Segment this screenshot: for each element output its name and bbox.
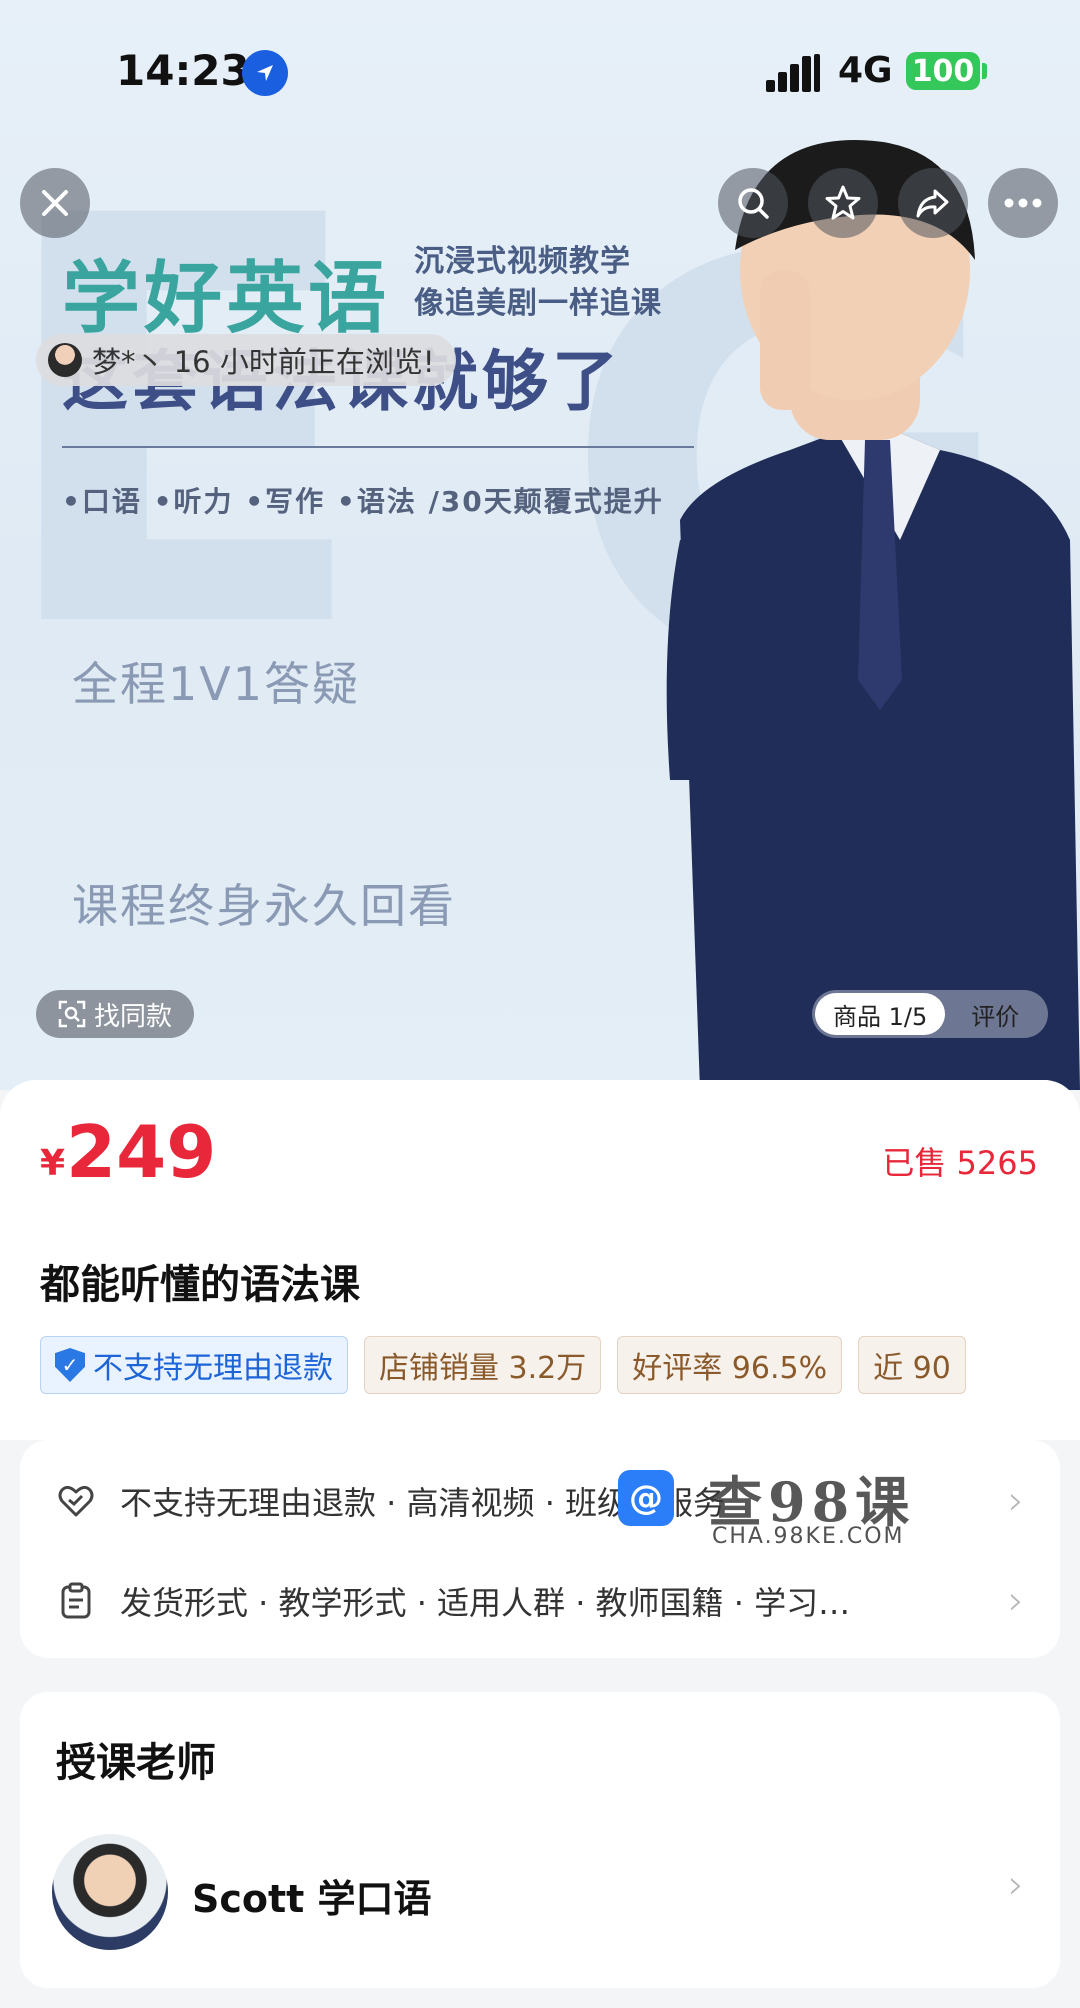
- teacher-avatar: [52, 1834, 168, 1950]
- rating-tag[interactable]: 好评率 96.5%: [617, 1336, 843, 1394]
- avatar: [48, 343, 82, 377]
- poster-divider: [62, 446, 694, 448]
- heart-shield-icon: [58, 1485, 94, 1517]
- signal-icon: [766, 54, 820, 92]
- chevron-right-icon: ›: [1008, 1478, 1024, 1524]
- scan-icon: [58, 1000, 86, 1028]
- chevron-right-icon: ›: [1008, 1862, 1024, 1908]
- location-arrow-icon: [242, 50, 288, 96]
- details-row[interactable]: 发货形式 · 教学形式 · 适用人群 · 教师国籍 · 学习… ›: [56, 1578, 1024, 1624]
- share-icon: [916, 189, 949, 218]
- share-button[interactable]: [898, 168, 968, 238]
- battery-tip: [982, 63, 987, 79]
- more-icon: [1004, 198, 1042, 208]
- watermark-url: CHA.98KE.COM: [712, 1524, 905, 1549]
- poster-feature: 全程1V1答疑: [72, 657, 361, 711]
- chevron-right-icon: ›: [1008, 1578, 1024, 1624]
- tab-product-images[interactable]: 商品 1/5: [815, 993, 946, 1035]
- refund-policy-tag[interactable]: ✓ 不支持无理由退款: [40, 1336, 348, 1394]
- tag-label: 不支持无理由退款: [93, 1351, 333, 1386]
- poster-bullets: •口语 •听力 •写作 •语法 /30天颠覆式提升: [62, 485, 664, 518]
- poster-subtitle: 沉浸式视频教学: [414, 244, 631, 279]
- teacher-row[interactable]: Scott 学口语 ›: [20, 1820, 1060, 1970]
- status-time: 14:23: [116, 46, 250, 95]
- more-button[interactable]: [988, 168, 1058, 238]
- star-icon: [825, 185, 861, 220]
- search-icon: [738, 188, 769, 219]
- close-button[interactable]: [20, 168, 90, 238]
- tag-label: 近 90: [873, 1351, 951, 1386]
- teacher-section-title: 授课老师: [56, 1740, 216, 1786]
- find-similar-label: 找同款: [94, 1001, 173, 1032]
- product-media-carousel[interactable]: E G 14:23 4G 100 学好英语 沉浸式视: [0, 0, 1080, 1090]
- teacher-photo: [666, 140, 1080, 1090]
- shield-icon: ✓: [55, 1348, 85, 1382]
- sold-count: 已售 5265: [882, 1144, 1038, 1182]
- watermark-logo-icon: @: [618, 1470, 674, 1526]
- viewer-notice: 梦*丶 16 小时前正在浏览!: [36, 334, 457, 386]
- poster-subtitle: 像追美剧一样追课: [414, 286, 662, 321]
- price: 249: [66, 1110, 217, 1194]
- details-row-text: 发货形式 · 教学形式 · 适用人群 · 教师国籍 · 学习…: [120, 1584, 851, 1622]
- network-type: 4G: [838, 50, 893, 91]
- recent-tag[interactable]: 近 90: [858, 1336, 966, 1394]
- search-button[interactable]: [718, 168, 788, 238]
- product-tags: ✓ 不支持无理由退款 店铺销量 3.2万 好评率 96.5% 近 90: [40, 1336, 1040, 1396]
- currency-symbol: ¥: [40, 1143, 66, 1184]
- poster-feature: 课程终身永久回看: [72, 879, 456, 933]
- favorite-button[interactable]: [808, 168, 878, 238]
- clipboard-icon: [61, 1582, 91, 1619]
- tag-label: 好评率 96.5%: [632, 1351, 828, 1386]
- close-icon: [42, 190, 68, 216]
- tag-label: 店铺销量 3.2万: [379, 1351, 587, 1386]
- store-sales-tag[interactable]: 店铺销量 3.2万: [364, 1336, 602, 1394]
- tab-reviews[interactable]: 评价: [945, 997, 1019, 1032]
- find-similar-button[interactable]: 找同款: [36, 990, 195, 1038]
- viewer-notice-text: 梦*丶 16 小时前正在浏览!: [92, 345, 435, 379]
- media-tab-switcher: 商品 1/5 评价: [812, 990, 1048, 1038]
- product-title: 都能听懂的语法课: [40, 1262, 360, 1308]
- battery-indicator: 100: [906, 52, 980, 90]
- teacher-name: Scott 学口语: [192, 1877, 432, 1921]
